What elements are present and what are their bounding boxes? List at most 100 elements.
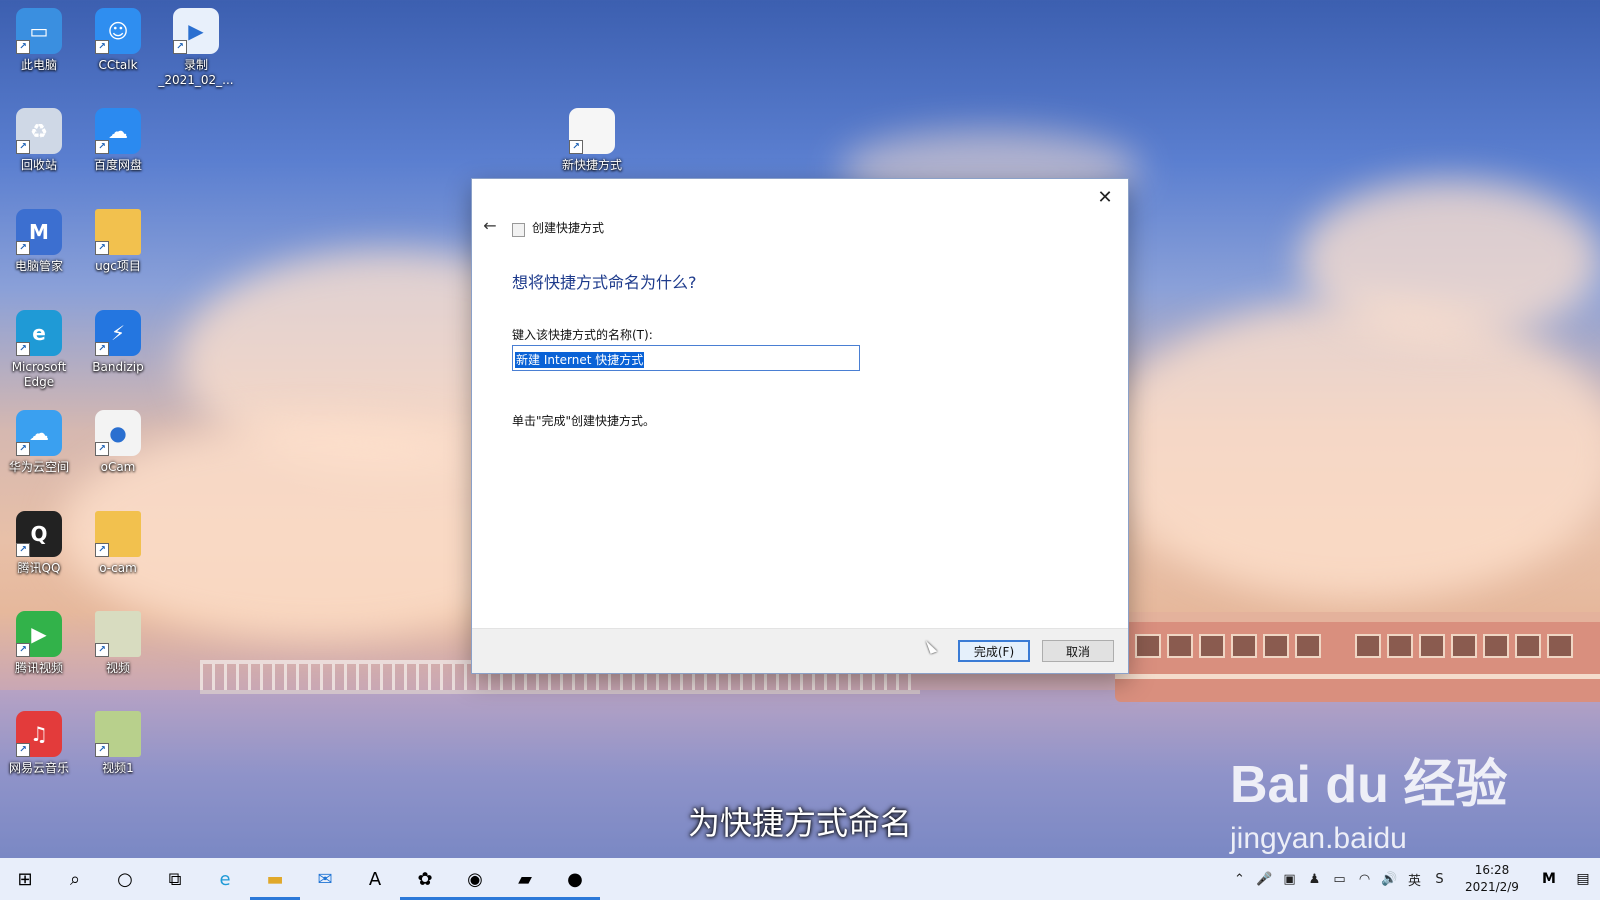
shortcut-arrow-icon: ↗ [95,241,109,255]
desktop-icon[interactable]: ↗ ugc项目 [79,209,157,274]
desktop-icon[interactable]: M ↗ 电脑管家 [0,209,78,274]
shortcut-arrow-icon: ↗ [16,643,30,657]
edge-icon: e ↗ [16,310,62,356]
qq-tray-icon[interactable]: ♟ [1302,858,1327,900]
file-explorer-icon[interactable]: ▬ [250,858,300,900]
clock-date: 2021/2/9 [1465,880,1519,894]
desktop-icon[interactable]: ☁ ↗ 华为云空间 [0,410,78,475]
desktop-icon[interactable]: ↗ 新快捷方式 [553,108,631,173]
folder-icon: ↗ [95,511,141,557]
dialog-title: 创建快捷方式 [532,221,605,235]
video-folder-icon: ↗ [95,611,141,657]
ocam-icon: ● ↗ [95,410,141,456]
desktop-icon-label: 此电脑 [20,58,57,72]
taskbar-apps: ⊞ ⌕ ○ ⧉ e ▬ ✉ A ✿ ◉ ▰ ● [0,858,600,900]
desktop-icon-label: 回收站 [20,158,57,172]
desktop-icon[interactable]: ▭ ↗ 此电脑 [0,8,78,73]
close-icon[interactable]: ✕ [1088,182,1122,212]
shortcut-arrow-icon: ↗ [16,743,30,757]
shortcut-arrow-icon: ↗ [173,40,187,54]
edge-icon[interactable]: e [200,858,250,900]
netease-music-icon: ♫ ↗ [16,711,62,757]
desktop-icon[interactable]: ▶ ↗ 录制 _2021_02_... [157,8,235,88]
this-pc-icon: ▭ ↗ [16,8,62,54]
desktop-icon-label: 视频 [105,661,130,675]
mouse-cursor-icon [925,638,938,654]
desktop-icon[interactable]: ↗ o-cam [79,511,157,576]
desktop-icon[interactable]: ☺ ↗ CCtalk [79,8,157,73]
dialog-hint: 单击"完成"创建快捷方式。 [512,414,656,428]
desktop-icon[interactable]: ♫ ↗ 网易云音乐 [0,711,78,776]
screen-recorder-icon[interactable]: ◉ [450,858,500,900]
battery-icon[interactable]: ▭ [1327,858,1352,900]
desktop-icon[interactable]: ☁ ↗ 百度网盘 [79,108,157,173]
show-hidden-icons-icon[interactable]: ⌃ [1227,858,1252,900]
baidu-jingyan-logo: Bai du 经验 [1230,756,1508,814]
shortcut-name-value[interactable]: 新建 Internet 快捷方式 [515,352,645,368]
baidu-netdisk-icon: ☁ ↗ [95,108,141,154]
photo-app-icon[interactable]: ✿ [400,858,450,900]
taskbar: ⊞ ⌕ ○ ⧉ e ▬ ✉ A ✿ ◉ ▰ ● ⌃ 🎤 ▣ ♟ ▭ ◠ 🔊 英 S 16:28 2021/2/9 M … [0,858,1600,900]
task-view-icon[interactable]: ⧉ [150,858,200,900]
tencent-video-icon: ▶ ↗ [16,611,62,657]
wifi-icon[interactable]: ◠ [1352,858,1377,900]
tray-icons: ⌃ 🎤 ▣ ♟ ▭ ◠ 🔊 英 S [1227,858,1452,900]
finish-button[interactable]: 完成(F) [958,640,1030,662]
video-folder-icon: ↗ [95,711,141,757]
input-method-icon[interactable]: 英 [1402,858,1427,900]
pc-manager-tray-icon[interactable]: M [1532,871,1566,887]
clock[interactable]: 16:28 2021/2/9 [1452,862,1532,896]
name-field-label: 键入该快捷方式的名称(T): [512,328,653,342]
shortcut-arrow-icon: ↗ [95,40,109,54]
folder-icon: ↗ [95,209,141,255]
desktop-icon-label: 网易云音乐 [8,761,69,775]
shortcut-arrow-icon: ↗ [95,643,109,657]
desktop-icon[interactable]: ⚡ ↗ Bandizip [79,310,157,375]
cortana-icon[interactable]: ○ [100,858,150,900]
security-icon[interactable]: ▣ [1277,858,1302,900]
recycle-bin-icon: ♻ ↗ [16,108,62,154]
shortcut-arrow-icon: ↗ [95,342,109,356]
desktop-icon-label: 视频1 [102,761,134,775]
shortcut-icon [512,223,525,237]
shortcut-arrow-icon: ↗ [95,140,109,154]
system-tray: ⌃ 🎤 ▣ ♟ ▭ ◠ 🔊 英 S 16:28 2021/2/9 M ▤ [1227,858,1600,900]
desktop-icon[interactable]: ● ↗ oCam [79,410,157,475]
cctalk-icon: ☺ ↗ [95,8,141,54]
shortcut-name-input[interactable]: 新建 Internet 快捷方式 [512,345,860,371]
desktop-icon-label: 华为云空间 [8,460,69,474]
desktop-icon-label: 电脑管家 [14,259,63,273]
shortcut-arrow-icon: ↗ [16,342,30,356]
desktop-icon[interactable]: ▶ ↗ 腾讯视频 [0,611,78,676]
font-app-icon[interactable]: A [350,858,400,900]
desktop-icon[interactable]: ♻ ↗ 回收站 [0,108,78,173]
microphone-icon[interactable]: 🎤 [1252,858,1277,900]
sogou-icon[interactable]: S [1427,858,1452,900]
huawei-cloud-icon: ☁ ↗ [16,410,62,456]
dialog-footer: 完成(F) 取消 [472,628,1128,673]
desktop-icon-label: 百度网盘 [93,158,142,172]
search-icon[interactable]: ⌕ [50,858,100,900]
shortcut-arrow-icon: ↗ [16,442,30,456]
shortcut-arrow-icon: ↗ [95,743,109,757]
volume-icon[interactable]: 🔊 [1377,858,1402,900]
desktop-icon[interactable]: ↗ 视频 [79,611,157,676]
desktop-icon[interactable]: Q ↗ 腾讯QQ [0,511,78,576]
desktop-icon[interactable]: e ↗ Microsoft Edge [0,310,78,390]
desktop-icon[interactable]: ↗ 视频1 [79,711,157,776]
mail-icon[interactable]: ✉ [300,858,350,900]
desktop-icon-label: Microsoft Edge [11,360,67,389]
qq-icon: Q ↗ [16,511,62,557]
desktop-icon-label: 腾讯QQ [17,561,61,575]
start-icon[interactable]: ⊞ [0,858,50,900]
pc-manager-icon: M ↗ [16,209,62,255]
back-arrow-icon[interactable]: ← [478,213,502,237]
shortcut-arrow-icon: ↗ [16,40,30,54]
desktop-icon-label: oCam [100,460,136,474]
notification-center-icon[interactable]: ▤ [1566,871,1600,887]
notepad-icon[interactable]: ▰ [500,858,550,900]
dialog-heading: 想将快捷方式命名为什么? [512,273,697,292]
desktop-icon-label: 新快捷方式 [561,158,622,172]
ocam-icon[interactable]: ● [550,858,600,900]
cancel-button[interactable]: 取消 [1042,640,1114,662]
